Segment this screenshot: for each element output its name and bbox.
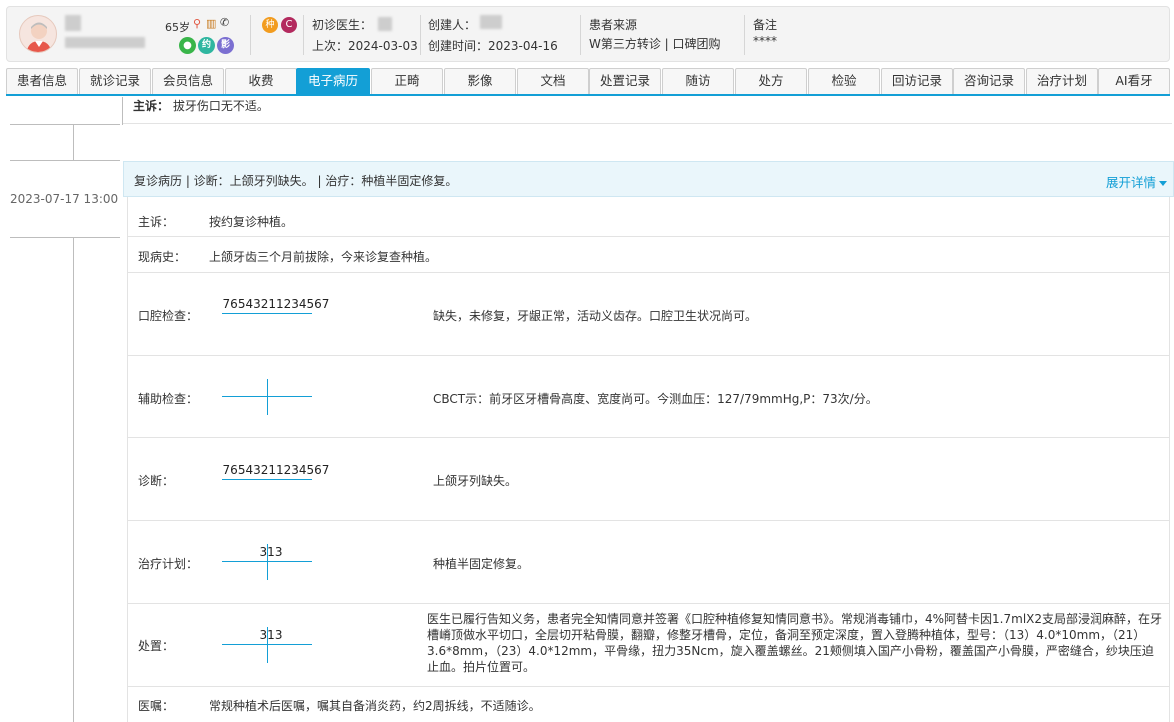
previous-complaint-value: 拔牙伤口无不适。 (172, 99, 269, 113)
tab-underline (6, 94, 1170, 96)
oral-exam-label: 口腔检查： (138, 309, 199, 323)
tab-return-visit[interactable]: 回访记录 (881, 68, 953, 94)
patient-header: 65岁 ⚲ ▥ ✆ ● 约 影 种 C 初诊医生： 上次：2024-03-03 … (6, 6, 1170, 62)
diagnosis-tooth-chart[interactable]: 76543211234567 (222, 462, 329, 498)
tab-prescription[interactable]: 处方 (735, 68, 807, 94)
advice-value: 常规种植术后医嘱，嘱其自备消炎药，约2周拆线，不适随诊。 (209, 699, 541, 713)
tab-imaging[interactable]: 影像 (444, 68, 516, 94)
tab-followup[interactable]: 随访 (662, 68, 734, 94)
search-icon[interactable]: ⚲ (193, 18, 201, 30)
tab-bar: 患者信息 就诊记录 会员信息 收费 电子病历 正畸 影像 文档 处置记录 随访 … (6, 68, 1170, 94)
appointment-badge[interactable]: 约 (198, 37, 215, 54)
plan-value: 种植半固定修复。 (433, 557, 530, 571)
complaint-value: 按约复诊种植。 (209, 215, 294, 229)
image-badge[interactable]: 影 (217, 37, 234, 54)
record-summary: 复诊病历 | 诊断：上颌牙列缺失。 | 治疗：种植半固定修复。 (134, 174, 458, 188)
dispose-value: 医生已履行告知义务，患者完全知情同意并签署《口腔种植修复知情同意书》。常规消毒铺… (427, 612, 1163, 674)
tab-billing[interactable]: 收费 (225, 68, 297, 94)
first-doctor-blurred (378, 17, 392, 31)
dispose-tooth-chart[interactable]: 313 (222, 627, 312, 663)
source-label: 患者来源 (589, 18, 638, 32)
tab-emr[interactable]: 电子病历 (296, 68, 370, 94)
tooth-icon: ▥ (206, 17, 217, 30)
aux-exam-label: 辅助检查： (138, 392, 199, 406)
timeline-date: 2023-07-17 13:00 (10, 192, 119, 206)
level-badge: C (281, 17, 297, 33)
tab-documents[interactable]: 文档 (517, 68, 589, 94)
expand-details-button[interactable]: 展开详情 (1106, 172, 1167, 191)
diagnosis-value: 上颌牙列缺失。 (433, 474, 518, 488)
oral-exam-teeth: 76543211234567 (222, 297, 330, 311)
advice-label: 医嘱： (138, 699, 175, 713)
wechat-icon[interactable]: ● (179, 37, 196, 54)
history-label: 现病史： (138, 250, 187, 264)
note-value: **** (753, 34, 777, 48)
diagnosis-label: 诊断： (138, 474, 175, 488)
tab-member-info[interactable]: 会员信息 (152, 68, 224, 94)
previous-complaint-label: 主诉： (133, 99, 170, 113)
dispose-teeth: 313 (259, 628, 283, 642)
tab-treatment-plan[interactable]: 治疗计划 (1026, 68, 1098, 94)
avatar-icon (26, 22, 52, 52)
tab-lab-test[interactable]: 检验 (808, 68, 880, 94)
patient-name-blurred (65, 15, 81, 31)
record-header[interactable]: 复诊病历 | 诊断：上颌牙列缺失。 | 治疗：种植半固定修复。 展开详情 (123, 161, 1174, 197)
patient-age: 65岁 (165, 21, 190, 34)
plan-label: 治疗计划： (138, 557, 199, 571)
phone-icon[interactable]: ✆ (220, 17, 229, 29)
history-value: 上颌牙齿三个月前拔除，今来诊复查种植。 (209, 250, 438, 264)
oral-exam-tooth-chart[interactable]: 76543211234567 (222, 296, 329, 332)
note-label: 备注 (753, 18, 778, 32)
tab-orthodontics[interactable]: 正畸 (371, 68, 443, 94)
implant-badge: 种 (262, 17, 278, 33)
complaint-label: 主诉： (138, 215, 175, 229)
timeline-connector (73, 124, 74, 160)
previous-complaint: 主诉： 拔牙伤口无不适。 (133, 97, 269, 114)
creator-blurred (480, 15, 502, 29)
patient-avatar[interactable] (19, 15, 57, 53)
tab-visit-records[interactable]: 就诊记录 (79, 68, 151, 94)
tab-ai-dental[interactable]: AI看牙 (1098, 68, 1170, 94)
chevron-down-icon (1159, 181, 1167, 186)
first-doctor-label: 初诊医生： (312, 18, 373, 32)
oral-exam-value: 缺失，未修复，牙龈正常，活动义齿存。口腔卫生状况尚可。 (433, 309, 758, 323)
diagnosis-teeth: 76543211234567 (222, 463, 330, 477)
patient-id-blurred (65, 37, 145, 48)
tab-consultation[interactable]: 咨询记录 (953, 68, 1025, 94)
aux-exam-tooth-chart[interactable] (222, 379, 312, 415)
created-time: 创建时间：2023-04-16 (428, 39, 558, 53)
tab-treatment-records[interactable]: 处置记录 (589, 68, 661, 94)
last-visit: 上次：2024-03-03 (312, 39, 418, 53)
tab-patient-info[interactable]: 患者信息 (6, 68, 78, 94)
expand-details-label: 展开详情 (1105, 175, 1156, 190)
source-value: W第三方转诊 | 口碑团购 (589, 37, 721, 51)
plan-tooth-chart[interactable]: 313 (222, 544, 312, 580)
aux-exam-value: CBCT示：前牙区牙槽骨高度、宽度尚可。今测血压：127/79mmHg,P：73… (433, 392, 878, 406)
dispose-label: 处置： (138, 639, 175, 653)
plan-teeth: 313 (259, 545, 283, 559)
creator-label: 创建人： (428, 18, 477, 32)
